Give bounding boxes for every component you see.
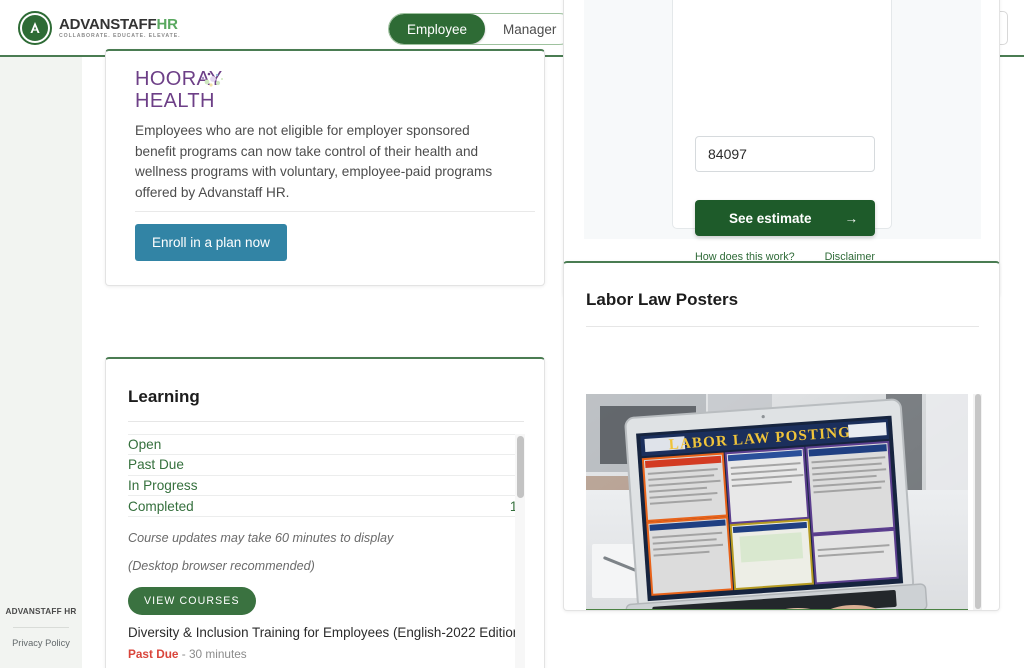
posters-scrollbar-thumb[interactable] [974, 394, 981, 609]
enroll-in-plan-button[interactable]: Enroll in a plan now [135, 224, 287, 261]
learning-stat-row[interactable]: Completed 15 [128, 496, 525, 518]
hooray-health-card: HOORAY HEALTH Employees who are not elig… [105, 49, 545, 286]
estimator-inner-panel: See estimate → How does this work? Discl… [672, 0, 892, 263]
logo-name-main: ADVANSTAFF [59, 15, 157, 33]
role-toggle-employee[interactable]: Employee [389, 14, 486, 44]
learning-scroll-region[interactable]: Open 3 Past Due 3 In Progress 4 Complete… [128, 434, 525, 668]
course-title: Diversity & Inclusion Training for Emplo… [128, 625, 525, 641]
stat-label: Open [128, 436, 162, 452]
see-estimate-label: See estimate [729, 210, 812, 226]
labor-law-posters-title: Labor Law Posters [586, 290, 739, 309]
learning-card: Learning Open 3 Past Due 3 In Progress 4 [105, 357, 545, 668]
role-toggle[interactable]: Employee Manager [388, 13, 576, 45]
learning-note-browser: (Desktop browser recommended) [128, 559, 315, 574]
learning-title: Learning [128, 387, 200, 406]
advanstaff-logo-icon [18, 11, 52, 45]
course-status-badge: Past Due [128, 647, 179, 662]
learning-scrollbar-thumb[interactable] [516, 436, 524, 498]
learning-stat-row[interactable]: In Progress 4 [128, 476, 525, 497]
learning-stat-row[interactable]: Open 3 [128, 434, 525, 455]
estimator-panel: See estimate → How does this work? Discl… [584, 0, 981, 263]
stat-label: Completed [128, 498, 194, 514]
logo-name: ADVANSTAFFHR [59, 17, 180, 32]
course-meta: Past Due - 30 minutes [128, 645, 525, 663]
learning-stats-list: Open 3 Past Due 3 In Progress 4 Complete… [128, 434, 525, 518]
posters-divider [586, 326, 979, 327]
main-content: HOORAY HEALTH Employees who are not elig… [82, 0, 1024, 668]
app-root: ADVANSTAFFHR COLLABORATE. EDUCATE. ELEVA… [0, 0, 1024, 668]
sidebar-brand-label: ADVANSTAFF HR [5, 607, 77, 616]
stat-label: Past Due [128, 457, 184, 473]
view-courses-button[interactable]: VIEW COURSES [128, 587, 256, 616]
learning-stat-row[interactable]: Past Due 3 [128, 455, 525, 476]
sidebar-footer: ADVANSTAFF HR Privacy Policy [0, 607, 82, 648]
stat-label: In Progress [128, 477, 198, 493]
course-duration: - 30 minutes [181, 647, 247, 662]
hooray-divider [135, 211, 535, 212]
confetti-icon [201, 72, 223, 87]
logo-name-accent: HR [156, 15, 178, 33]
learning-scrollbar-track[interactable] [515, 434, 525, 668]
arrow-right-icon: → [844, 210, 859, 226]
role-toggle-manager[interactable]: Manager [485, 14, 574, 44]
hooray-logo-line2: HEALTH [135, 90, 215, 112]
privacy-policy-link[interactable]: Privacy Policy [0, 638, 82, 648]
learning-divider [128, 421, 524, 422]
hooray-health-logo: HOORAY HEALTH [135, 68, 223, 112]
view-posters-button[interactable]: VIEW POSTERS [586, 609, 968, 610]
logo-tagline: COLLABORATE. EDUCATE. ELEVATE. [59, 33, 181, 40]
learning-note-updates: Course updates may take 60 minutes to di… [128, 531, 394, 546]
zip-code-input[interactable] [695, 136, 875, 172]
labor-law-posters-card: Labor Law Posters LABOR LAW POSTINGS [563, 261, 1000, 611]
see-estimate-button[interactable]: See estimate → [695, 200, 875, 236]
left-sidebar: ADVANSTAFF HR Privacy Policy [0, 57, 82, 668]
logo-text: ADVANSTAFFHR COLLABORATE. EDUCATE. ELEVA… [59, 17, 180, 40]
hooray-description: Employees who are not eligible for emplo… [135, 123, 493, 200]
brand-logo[interactable]: ADVANSTAFFHR COLLABORATE. EDUCATE. ELEVA… [18, 11, 180, 45]
sidebar-divider [13, 627, 69, 628]
cost-estimator-card: See estimate → How does this work? Discl… [563, 0, 1000, 297]
course-list-item[interactable]: Diversity & Inclusion Training for Emplo… [128, 615, 525, 668]
labor-law-poster-image: LABOR LAW POSTINGS [586, 394, 968, 610]
